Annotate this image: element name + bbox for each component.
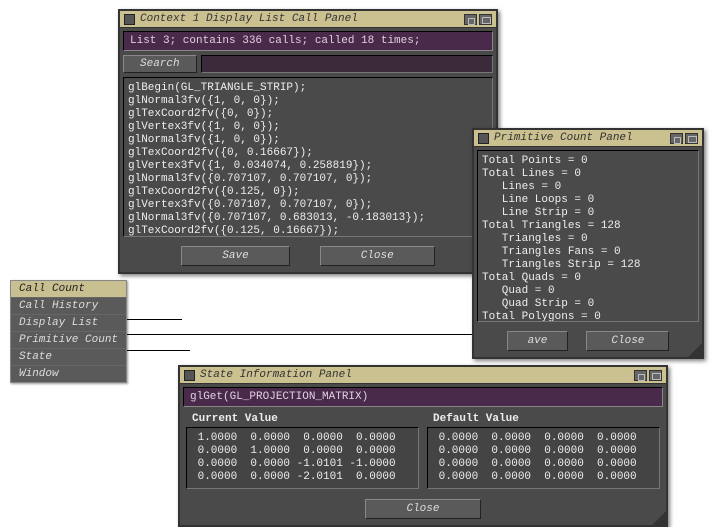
window-icon: [478, 133, 489, 144]
menu-item-display-list[interactable]: Display List: [11, 315, 126, 332]
titlebar[interactable]: Context 1 Display List Call Panel: [120, 11, 496, 28]
window-icon: [184, 370, 195, 381]
context-menu: Call Count Call History Display List Pri…: [10, 280, 127, 383]
search-button[interactable]: Search: [123, 55, 197, 73]
resize-handle[interactable]: [652, 511, 666, 525]
window-icon: [124, 14, 135, 25]
window-title: State Information Panel: [200, 369, 632, 381]
close-button[interactable]: Close: [586, 331, 669, 351]
state-query: glGet(GL_PROJECTION_MATRIX): [183, 387, 663, 407]
menu-item-call-count[interactable]: Call Count: [11, 281, 126, 298]
default-value-header: Default Value: [427, 411, 660, 427]
primitive-counts: Total Points = 0 Total Lines = 0 Lines =…: [477, 150, 699, 322]
titlebar[interactable]: State Information Panel: [180, 367, 666, 384]
current-value-box: 1.0000 0.0000 0.0000 0.0000 0.0000 1.000…: [186, 427, 419, 489]
maximize-button[interactable]: [685, 133, 698, 144]
search-input[interactable]: [201, 55, 493, 73]
close-button[interactable]: Close: [320, 246, 435, 266]
call-panel-window: Context 1 Display List Call Panel List 3…: [118, 9, 498, 274]
call-list-code: glBegin(GL_TRIANGLE_STRIP); glNormal3fv(…: [123, 77, 493, 237]
save-button[interactable]: Save: [181, 246, 289, 266]
resize-handle[interactable]: [688, 343, 702, 357]
default-value-box: 0.0000 0.0000 0.0000 0.0000 0.0000 0.000…: [427, 427, 660, 489]
connector-line: [112, 334, 476, 335]
minimize-button[interactable]: [670, 133, 683, 144]
minimize-button[interactable]: [634, 370, 647, 381]
primitive-count-window: Primitive Count Panel Total Points = 0 T…: [472, 128, 704, 359]
current-value-header: Current Value: [186, 411, 419, 427]
maximize-button[interactable]: [479, 14, 492, 25]
minimize-button[interactable]: [464, 14, 477, 25]
window-title: Context 1 Display List Call Panel: [140, 13, 462, 25]
window-title: Primitive Count Panel: [494, 132, 668, 144]
save-button[interactable]: ave: [507, 331, 569, 351]
status-text: List 3; contains 336 calls; called 18 ti…: [123, 31, 493, 51]
menu-item-state[interactable]: State: [11, 349, 126, 366]
menu-item-primitive-count[interactable]: Primitive Count: [11, 332, 126, 349]
menu-item-window[interactable]: Window: [11, 366, 126, 382]
maximize-button[interactable]: [649, 370, 662, 381]
close-button[interactable]: Close: [365, 499, 480, 519]
titlebar[interactable]: Primitive Count Panel: [474, 130, 702, 147]
menu-item-call-history[interactable]: Call History: [11, 298, 126, 315]
state-panel-window: State Information Panel glGet(GL_PROJECT…: [178, 365, 668, 527]
